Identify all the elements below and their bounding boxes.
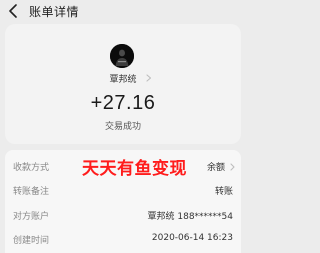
avatar[interactable] <box>110 44 134 68</box>
header-bar: 账单详情 <box>0 0 246 24</box>
chevron-left-icon <box>9 4 17 18</box>
overlay-watermark-text: 天天有鱼变现 <box>82 159 187 179</box>
detail-row-remark: 转账备注 转账 <box>5 180 241 200</box>
detail-value: 转账 <box>214 187 233 197</box>
detail-label: 创建时间 <box>13 236 50 246</box>
back-button[interactable] <box>5 2 21 20</box>
detail-label: 收款方式 <box>13 163 50 173</box>
detail-row-created-time: 创建时间 2020-06-14 16:23 <box>5 229 241 249</box>
transaction-status: 交易成功 <box>104 122 141 132</box>
bill-detail-screen: 账单详情 覃邦统 +27.16 交易成功 收款方式 余额 转账备注 转账 对方账… <box>0 0 246 253</box>
detail-value: 余额 <box>206 163 225 173</box>
transaction-amount: +27.16 <box>90 92 156 114</box>
detail-value: 覃邦统 188******54 <box>147 212 234 222</box>
counterparty-nickname: 覃邦统 <box>109 74 137 85</box>
chevron-right-icon <box>146 74 152 82</box>
page-title: 账单详情 <box>29 5 80 19</box>
detail-label: 转账备注 <box>13 187 50 197</box>
chevron-right-icon <box>230 163 235 171</box>
detail-row-counterparty-account: 对方账户 覃邦统 188******54 <box>5 205 241 225</box>
avatar-silhouette-icon <box>110 44 134 68</box>
nickname-row[interactable]: 覃邦统 <box>0 70 246 86</box>
detail-label: 对方账户 <box>13 212 50 222</box>
detail-value: 2020-06-14 16:23 <box>151 233 233 243</box>
